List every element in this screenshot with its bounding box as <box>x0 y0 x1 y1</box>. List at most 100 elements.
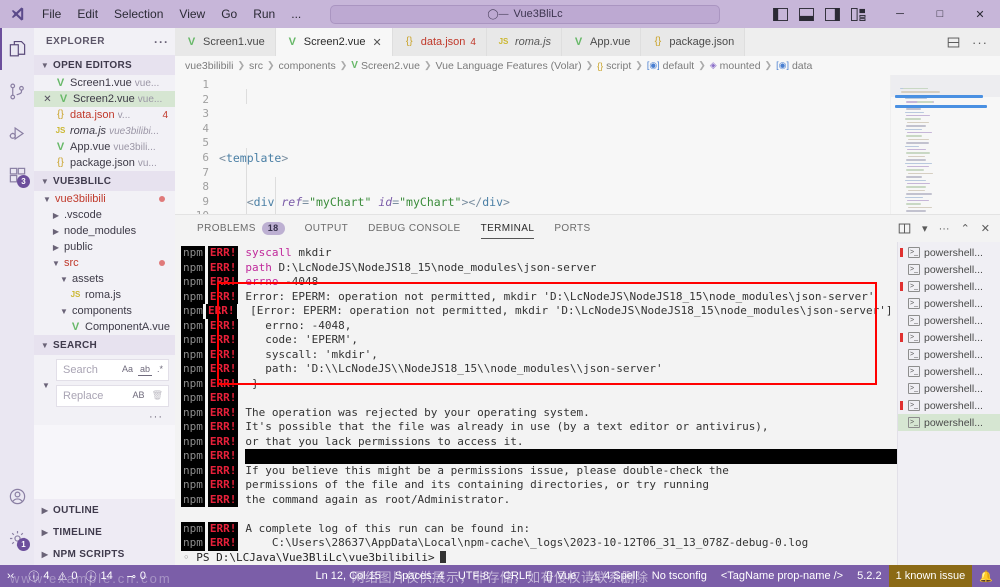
activity-run-debug[interactable] <box>0 112 34 154</box>
tree-item-public[interactable]: ▶ public <box>34 239 175 255</box>
status-eol[interactable]: CRLF <box>496 565 539 587</box>
regex-icon[interactable]: .* <box>155 364 165 376</box>
whole-word-icon[interactable]: ab <box>137 364 152 377</box>
section-timeline[interactable]: ▶ TIMELINE <box>34 521 175 543</box>
menu-file[interactable]: File <box>34 4 69 24</box>
search-input[interactable] <box>63 364 120 376</box>
section-outline[interactable]: ▶ OUTLINE <box>34 499 175 521</box>
terminal-list-item[interactable]: >_ powershell... <box>898 380 1000 397</box>
panel-more-actions[interactable]: ··· <box>939 223 950 235</box>
close-icon[interactable]: ✕ <box>373 36 382 49</box>
code-editor[interactable]: 1 2 3 4 5 6 7 8 9 10 <template> <di <box>175 75 1000 214</box>
terminal-list-item-selected[interactable]: >_ powershell... <box>898 414 1000 431</box>
terminal-list-item[interactable]: >_ powershell... <box>898 329 1000 346</box>
chevron-down-icon[interactable]: ▾ <box>922 222 928 235</box>
menu-run[interactable]: Run <box>245 4 283 24</box>
activity-explorer[interactable] <box>0 28 34 70</box>
tab-problems[interactable]: PROBLEMS 18 <box>187 215 295 242</box>
close-panel-icon[interactable]: ✕ <box>981 222 990 235</box>
activity-source-control[interactable] <box>0 70 34 112</box>
activity-extensions[interactable]: 3 <box>0 154 34 196</box>
maximize-panel-icon[interactable]: ⌃ <box>961 222 970 235</box>
status-tsconfig[interactable]: No tsconfig <box>645 565 714 587</box>
minimap[interactable] <box>890 75 1000 214</box>
breadcrumb-item[interactable]: src <box>249 60 263 72</box>
close-icon[interactable]: ✕ <box>41 94 54 105</box>
tab-screen1-vue[interactable]: V Screen1.vue <box>175 28 276 56</box>
maximize-button[interactable]: □ <box>920 0 960 28</box>
menu-view[interactable]: View <box>171 4 213 24</box>
status-remote[interactable]: ›‹ <box>0 565 21 587</box>
tree-item-vscode[interactable]: ▶ .vscode <box>34 207 175 223</box>
open-editor-item[interactable]: V App.vue vue3bili... <box>34 139 175 155</box>
terminal-list-item[interactable]: >_ powershell... <box>898 312 1000 329</box>
open-editor-item[interactable]: {} data.json v... 4 <box>34 107 175 123</box>
minimize-button[interactable]: ─ <box>880 0 920 28</box>
breadcrumb-item[interactable]: ◈ mounted <box>710 60 761 72</box>
breadcrumb-item[interactable]: [◉] default <box>647 60 694 72</box>
tree-item-roma-js[interactable]: JS roma.js <box>34 287 175 303</box>
breadcrumb-item[interactable]: Vue Language Features (Volar) <box>435 60 581 72</box>
terminal-list-item[interactable]: >_ powershell... <box>898 346 1000 363</box>
sidebar-more-actions[interactable]: ··· <box>154 35 169 49</box>
terminal-list-item[interactable]: >_ powershell... <box>898 278 1000 295</box>
breadcrumb-item[interactable]: {} script <box>597 60 631 72</box>
terminal-list-item[interactable]: >_ powershell... <box>898 363 1000 380</box>
tab-app-vue[interactable]: V App.vue <box>562 28 642 56</box>
preserve-case-icon[interactable]: AB <box>131 390 147 402</box>
breadcrumb-item[interactable]: vue3bilibili <box>185 60 233 72</box>
open-editor-item[interactable]: V Screen1.vue vue... <box>34 75 175 91</box>
status-known-issues[interactable]: 1 known issue <box>888 565 973 587</box>
editor-more-actions[interactable]: ··· <box>972 35 988 50</box>
toggle-secondary-sidebar-icon[interactable] <box>825 7 840 21</box>
search-details-toggle[interactable]: ··· <box>56 411 169 423</box>
menu-selection[interactable]: Selection <box>106 4 171 24</box>
open-editor-item[interactable]: JS roma.js vue3bilibi... <box>34 123 175 139</box>
activity-account[interactable] <box>0 475 34 517</box>
terminal-list-item[interactable]: >_ powershell... <box>898 295 1000 312</box>
tree-item-components[interactable]: ▼ components <box>34 303 175 319</box>
customize-layout-icon[interactable] <box>851 7 866 21</box>
tree-item-componenta-vue[interactable]: V ComponentA.vue <box>34 319 175 335</box>
command-center-search[interactable]: ◯— Vue3BliLc <box>330 4 720 24</box>
section-open-editors[interactable]: ▼ OPEN EDITORS <box>34 55 175 75</box>
minimap-slider[interactable] <box>891 75 1000 97</box>
status-ports[interactable]: ⊸ 0 <box>120 565 153 587</box>
terminal-list-item[interactable]: >_ powershell... <box>898 261 1000 278</box>
status-indentation[interactable]: Spaces: 4 <box>388 565 451 587</box>
close-button[interactable]: ✕ <box>960 0 1000 28</box>
toggle-replace-icon[interactable]: ▼ <box>42 381 50 390</box>
match-case-icon[interactable]: Aa <box>120 364 135 376</box>
menu-edit[interactable]: Edit <box>69 4 106 24</box>
tab-roma-js[interactable]: JS roma.js <box>486 28 563 56</box>
tab-output[interactable]: OUTPUT <box>295 215 359 242</box>
tab-screen2-vue[interactable]: V Screen2.vue ✕ <box>275 28 393 56</box>
status-cursor-position[interactable]: Ln 12, Col 15 <box>308 565 387 587</box>
section-npm-scripts[interactable]: ▶ NPM SCRIPTS <box>34 543 175 565</box>
toggle-panel-icon[interactable] <box>799 7 814 21</box>
status-notifications[interactable]: 🔔 <box>972 565 1000 587</box>
tree-item-assets[interactable]: ▼ assets <box>34 271 175 287</box>
open-editor-item[interactable]: {} package.json vu... <box>34 155 175 171</box>
open-editor-item[interactable]: ✕ V Screen2.vue vue... <box>34 91 175 107</box>
tab-data-json[interactable]: {} data.json 4 <box>392 28 487 56</box>
code-content[interactable]: <template> <div ref="myChart" id="myChar… <box>217 75 890 214</box>
replace-all-icon[interactable]: 🗑 <box>150 390 165 402</box>
split-terminal-icon[interactable] <box>898 222 911 235</box>
breadcrumb-item[interactable]: components <box>279 60 336 72</box>
status-tag-name[interactable]: <TagName prop-name /> <box>714 565 850 587</box>
status-language-mode[interactable]: {̣} Vue <box>539 565 584 587</box>
breadcrumb-item[interactable]: [◉] data <box>776 60 812 72</box>
tab-terminal[interactable]: TERMINAL <box>471 215 545 242</box>
status-version[interactable]: 5.2.2 <box>850 565 888 587</box>
search-input-box[interactable]: Aa ab .* <box>56 359 169 381</box>
tree-item-node-modules[interactable]: ▶ node_modules <box>34 223 175 239</box>
tab-debug-console[interactable]: DEBUG CONSOLE <box>358 215 470 242</box>
tree-item-src[interactable]: ▼ src <box>34 255 175 271</box>
menu-go[interactable]: Go <box>213 4 245 24</box>
status-encoding[interactable]: UTF-8 <box>451 565 496 587</box>
terminal-list-item[interactable]: >_ powershell... <box>898 244 1000 261</box>
tree-item-vue3bilibili[interactable]: ▼ vue3bilibili <box>34 191 175 207</box>
tab-ports[interactable]: PORTS <box>544 215 600 242</box>
status-spell-checker[interactable]: ⚠ 4 Spell <box>583 565 645 587</box>
